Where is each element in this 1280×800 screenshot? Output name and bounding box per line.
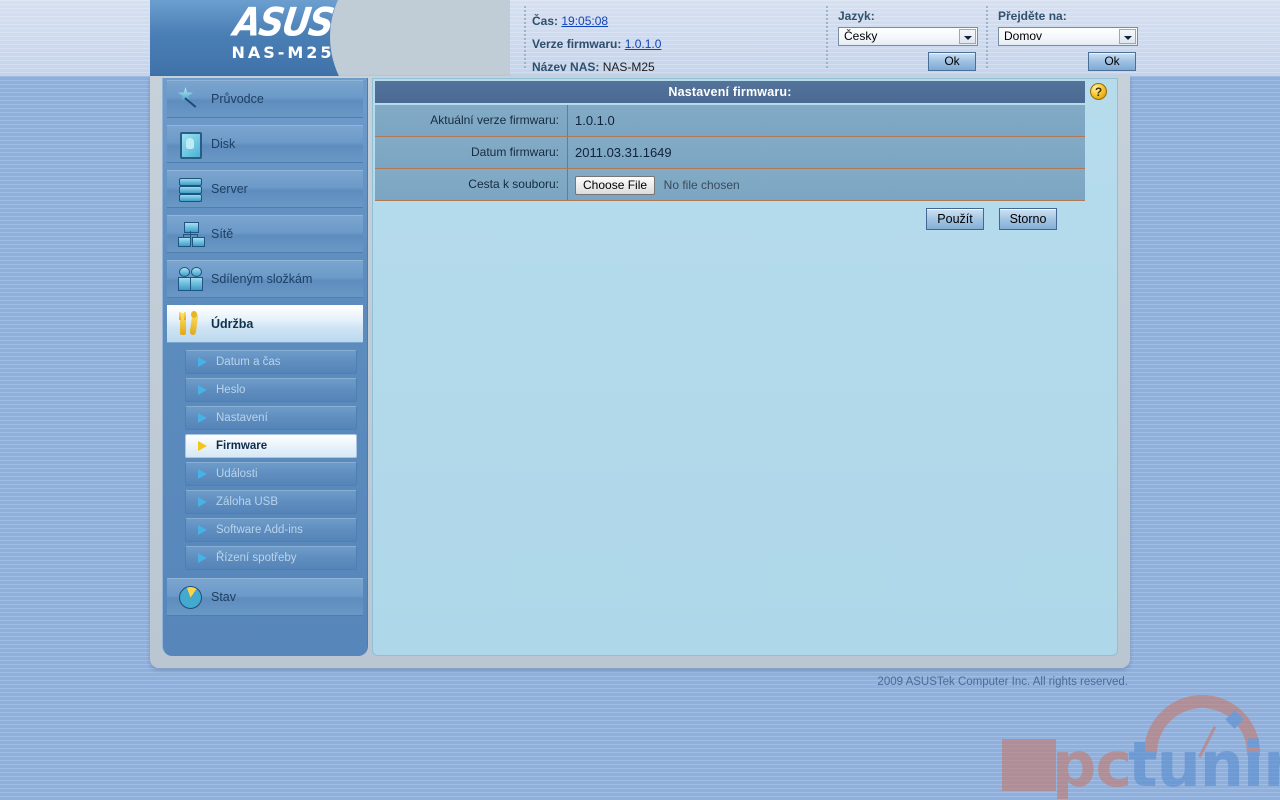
submenu-item-software-add-ins[interactable]: Software Add-ins bbox=[185, 518, 357, 542]
sidebar-item-label: Průvodce bbox=[211, 92, 264, 106]
sidebar-item-udrzba[interactable]: Údržba bbox=[167, 305, 363, 343]
submenu-item-udalosti[interactable]: Události bbox=[185, 462, 357, 486]
goto-selected-value: Domov bbox=[1004, 29, 1043, 43]
file-chosen-status: No file chosen bbox=[663, 178, 740, 193]
apply-button[interactable]: Použít bbox=[926, 208, 984, 230]
pctuning-watermark: pc tuning bbox=[1000, 670, 1280, 800]
submenu-item-nastaveni[interactable]: Nastavení bbox=[185, 406, 357, 430]
language-select[interactable]: Česky bbox=[838, 27, 978, 46]
row-label: Cesta k souboru: bbox=[468, 177, 559, 191]
submenu-item-label: Události bbox=[216, 468, 258, 480]
sidebar-item-label: Sítě bbox=[211, 227, 234, 241]
row-current-firmware-version: Aktuální verze firmwaru: 1.0.1.0 bbox=[375, 105, 1085, 137]
file-upload-field[interactable]: Choose File No file chosen bbox=[567, 169, 1085, 200]
nas-name-label: Název NAS: bbox=[532, 60, 600, 74]
submenu-item-label: Řízení spotřeby bbox=[216, 552, 297, 564]
content-panel: Nastavení firmwaru: ? Aktuální verze fir… bbox=[372, 78, 1118, 656]
harddisk-icon bbox=[175, 130, 205, 159]
nas-name-value: NAS-M25 bbox=[602, 60, 655, 74]
firmware-label: Verze firmwaru: bbox=[532, 37, 622, 51]
cancel-button[interactable]: Storno bbox=[999, 208, 1057, 230]
submenu-item-label: Datum a čas bbox=[216, 356, 281, 368]
choose-file-button[interactable]: Choose File bbox=[575, 176, 656, 196]
brand-logo: ASUS NAS-M25 bbox=[178, 0, 388, 62]
sidebar-item-label: Sdíleným složkám bbox=[211, 272, 313, 286]
time-value-link[interactable]: 19:05:08 bbox=[561, 14, 608, 28]
row-label: Datum firmwaru: bbox=[470, 145, 559, 159]
brand-logo-block: ASUS NAS-M25 bbox=[150, 0, 510, 76]
status-pie-icon bbox=[175, 583, 205, 611]
chevron-right-icon bbox=[198, 441, 207, 451]
chevron-right-icon bbox=[198, 525, 207, 535]
goto-ok-button[interactable]: Ok bbox=[1088, 52, 1136, 71]
chevron-right-icon bbox=[198, 469, 207, 479]
chevron-right-icon bbox=[198, 385, 207, 395]
sidebar-item-label: Údržba bbox=[211, 317, 254, 331]
submenu-item-firmware[interactable]: Firmware bbox=[185, 434, 357, 458]
sidebar-item-label: Server bbox=[211, 182, 248, 196]
firmware-value-link[interactable]: 1.0.1.0 bbox=[625, 37, 662, 51]
sidebar-item-disk[interactable]: Disk bbox=[167, 125, 363, 163]
watermark-square bbox=[1002, 739, 1056, 791]
wand-icon bbox=[175, 85, 205, 113]
tools-icon bbox=[175, 310, 205, 338]
watermark-pc-text: pc bbox=[1052, 728, 1132, 800]
asus-wordmark: ASUS bbox=[230, 0, 336, 46]
row-firmware-date: Datum firmwaru: 2011.03.31.1649 bbox=[375, 137, 1085, 169]
device-info: Čas: 19:05:08 Verze firmwaru: 1.0.1.0 Ná… bbox=[532, 10, 812, 76]
sidebar-item-stav[interactable]: Stav bbox=[167, 578, 363, 616]
submenu-item-label: Nastavení bbox=[216, 412, 268, 424]
chevron-right-icon bbox=[198, 497, 207, 507]
model-name: NAS-M25 bbox=[231, 43, 335, 62]
divider-dotted-middle bbox=[826, 6, 828, 68]
sidebar-item-server[interactable]: Server bbox=[167, 170, 363, 208]
submenu-item-label: Software Add-ins bbox=[216, 524, 303, 536]
sidebar-item-label: Stav bbox=[211, 590, 237, 604]
divider-dotted-left bbox=[524, 6, 526, 68]
row-value: 2011.03.31.1649 bbox=[567, 137, 1085, 168]
footer-copyright: 2009 ASUSTek Computer Inc. All rights re… bbox=[877, 676, 1128, 688]
sidebar-item-sdilenym-slozkam[interactable]: Sdíleným složkám bbox=[167, 260, 363, 298]
language-ok-button[interactable]: Ok bbox=[928, 52, 976, 71]
row-file-path: Cesta k souboru: Choose File No file cho… bbox=[375, 169, 1085, 201]
submenu-item-datum-a-cas[interactable]: Datum a čas bbox=[185, 350, 357, 374]
submenu-item-heslo[interactable]: Heslo bbox=[185, 378, 357, 402]
server-icon bbox=[175, 175, 205, 203]
network-icon bbox=[175, 220, 205, 248]
submenu-item-label: Firmware bbox=[216, 440, 268, 452]
goto-label: Přejděte na: bbox=[998, 9, 1067, 23]
divider-dotted-right bbox=[986, 6, 988, 68]
submenu-item-label: Záloha USB bbox=[216, 496, 279, 508]
sidebar-item-pruvodce[interactable]: Průvodce bbox=[167, 80, 363, 118]
row-label: Aktuální verze firmwaru: bbox=[430, 113, 559, 127]
chevron-right-icon bbox=[198, 357, 207, 367]
help-icon[interactable]: ? bbox=[1090, 83, 1107, 100]
language-selected-value: Česky bbox=[844, 29, 878, 43]
watermark-tuning-text: tuning bbox=[1128, 728, 1280, 800]
goto-select[interactable]: Domov bbox=[998, 27, 1138, 46]
sidebar-nav: Průvodce Disk Server Sítě Sdíleným složk… bbox=[162, 78, 368, 656]
submenu-item-rizeni-spotreby[interactable]: Řízení spotřeby bbox=[185, 546, 357, 570]
panel-title: Nastavení firmwaru: bbox=[375, 81, 1085, 103]
time-label: Čas: bbox=[532, 14, 559, 28]
language-group: Jazyk: Česky Ok bbox=[838, 9, 978, 71]
time-row: Čas: 19:05:08 bbox=[532, 10, 812, 33]
submenu-item-label: Heslo bbox=[216, 384, 246, 396]
chevron-right-icon bbox=[198, 413, 207, 423]
top-header-band: ASUS NAS-M25 Čas: 19:05:08 Verze firmwar… bbox=[0, 0, 1280, 76]
sidebar-item-site[interactable]: Sítě bbox=[167, 215, 363, 253]
nas-name-row: Název NAS: NAS-M25 bbox=[532, 56, 812, 76]
row-value: 1.0.1.0 bbox=[567, 105, 1085, 136]
users-icon bbox=[175, 265, 205, 293]
submenu-item-zaloha-usb[interactable]: Záloha USB bbox=[185, 490, 357, 514]
chevron-right-icon bbox=[198, 553, 207, 563]
language-label: Jazyk: bbox=[838, 9, 875, 23]
app-frame: Průvodce Disk Server Sítě Sdíleným složk… bbox=[150, 76, 1130, 668]
chevron-down-icon[interactable] bbox=[1119, 29, 1136, 44]
sidebar-item-label: Disk bbox=[211, 137, 236, 151]
chevron-down-icon[interactable] bbox=[959, 29, 976, 44]
firmware-row: Verze firmwaru: 1.0.1.0 bbox=[532, 33, 812, 56]
goto-group: Přejděte na: Domov Ok bbox=[998, 9, 1138, 71]
